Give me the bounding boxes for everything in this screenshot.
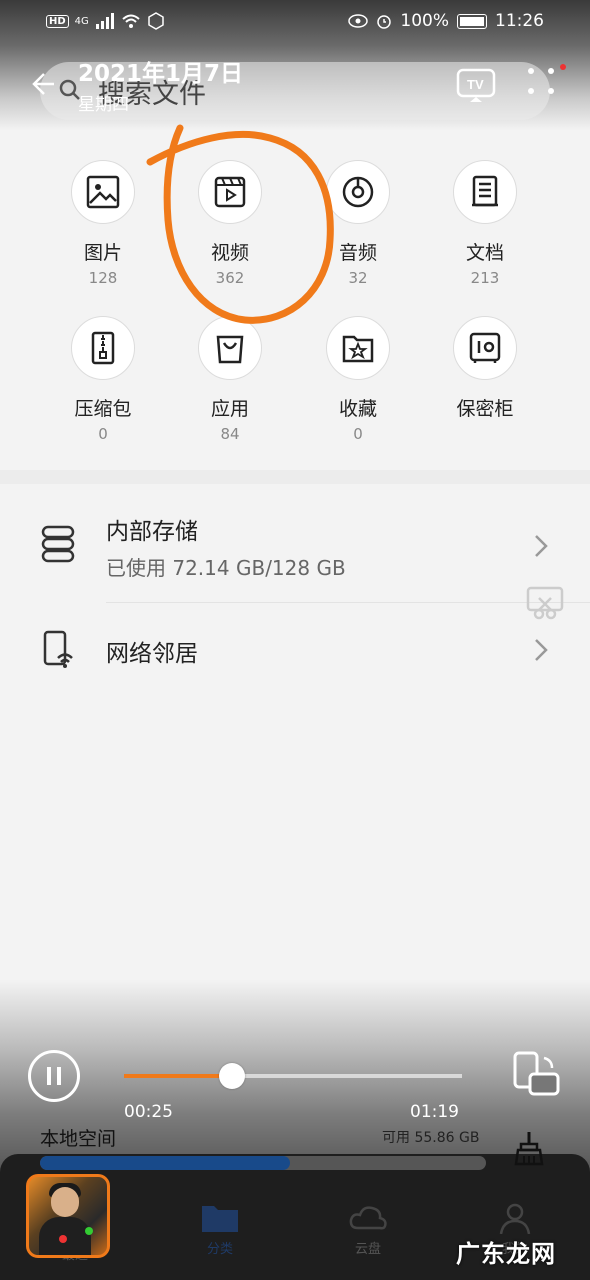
more-dots-icon[interactable] [526, 66, 556, 96]
internal-storage-usage: 已使用 72.14 GB/128 GB [106, 556, 346, 580]
status-bar: HD 4G 100% 11:26 [0, 0, 590, 44]
video-seek-bar[interactable] [124, 1063, 462, 1089]
archive-icon [91, 331, 115, 365]
internal-storage-row[interactable]: 内部存储 已使用 72.14 GB/128 GB [0, 496, 590, 600]
seek-thumb[interactable] [219, 1063, 246, 1089]
category-count: 0 [98, 425, 108, 443]
seek-progress [124, 1074, 233, 1078]
favorite-star-icon [342, 335, 374, 363]
local-space-bar [40, 1156, 486, 1170]
nav-label: 云盘 [354, 1242, 381, 1257]
category-label: 应用 [210, 398, 249, 420]
row-divider [106, 602, 590, 603]
hangup-dot [59, 1235, 67, 1243]
category-count: 213 [470, 269, 500, 287]
image-icon [86, 175, 120, 209]
annotation-circle [146, 124, 334, 324]
hd-badge: HD [46, 14, 69, 28]
signal-icon [95, 13, 114, 29]
notification-dot [560, 64, 566, 70]
network-type: 4G [74, 15, 89, 27]
storage-server-icon [41, 525, 75, 563]
chevron-right-icon [535, 639, 548, 661]
category-label: 收藏 [338, 398, 377, 420]
category-label: 文档 [465, 242, 504, 264]
nav-cloud[interactable]: 云盘 [328, 1202, 408, 1257]
chevron-right-icon [535, 535, 548, 557]
tv-cast-icon[interactable]: TV [456, 68, 496, 104]
battery-icon [457, 13, 487, 29]
local-space-available: 可用 55.86 GB [382, 1130, 480, 1146]
local-space-used [40, 1156, 290, 1170]
svg-text:TV: TV [467, 77, 484, 92]
alarm-icon [377, 15, 392, 29]
network-neighbors-row[interactable]: 网络邻居 [0, 610, 590, 690]
audio-icon [342, 176, 374, 208]
category-count: 84 [220, 425, 240, 443]
category-favorites[interactable]: 收藏 0 [298, 316, 418, 443]
video-call-pip[interactable] [26, 1174, 110, 1258]
nav-label: 分类 [206, 1242, 233, 1257]
pause-button[interactable] [28, 1050, 80, 1102]
cloud-icon [349, 1206, 387, 1230]
category-archives[interactable]: 压缩包 0 [43, 316, 163, 443]
cleanup-brush-icon[interactable] [512, 1130, 546, 1166]
header: 搜索文件 2021年1月7日 星期四 TV [0, 52, 590, 122]
section-divider [0, 470, 590, 484]
hand-icon [148, 12, 164, 30]
local-space-title: 本地空间 [40, 1128, 117, 1150]
category-documents[interactable]: 文档 213 [425, 160, 545, 287]
current-time: 00:25 [124, 1102, 173, 1122]
total-time: 01:19 [410, 1102, 459, 1122]
person-icon [499, 1203, 531, 1235]
wifi-icon [122, 14, 140, 28]
answer-dot [85, 1227, 93, 1235]
pip-face [51, 1187, 79, 1217]
internal-storage-title: 内部存储 [106, 519, 198, 545]
category-label: 保密柜 [456, 398, 514, 420]
category-label: 压缩包 [74, 398, 132, 420]
category-safe[interactable]: 保密柜 [425, 316, 545, 425]
category-apps[interactable]: 应用 84 [170, 316, 290, 443]
document-icon [472, 175, 498, 207]
battery-percent: 100% [400, 11, 449, 31]
eye-icon [348, 14, 369, 28]
date-overlay: 2021年1月7日 [78, 61, 244, 87]
network-neighbors-title: 网络邻居 [106, 641, 198, 667]
phone-wifi-icon [43, 630, 73, 668]
safe-icon [469, 332, 501, 363]
rotate-screen-icon[interactable] [512, 1050, 560, 1098]
watermark: 广东龙网 [456, 1240, 556, 1268]
clock: 11:26 [495, 11, 544, 31]
app-bag-icon [216, 335, 244, 364]
nav-categories[interactable]: 分类 [180, 1202, 260, 1257]
weekday-overlay: 星期四 [78, 95, 129, 115]
folder-icon [202, 1206, 238, 1232]
category-count: 0 [353, 425, 363, 443]
